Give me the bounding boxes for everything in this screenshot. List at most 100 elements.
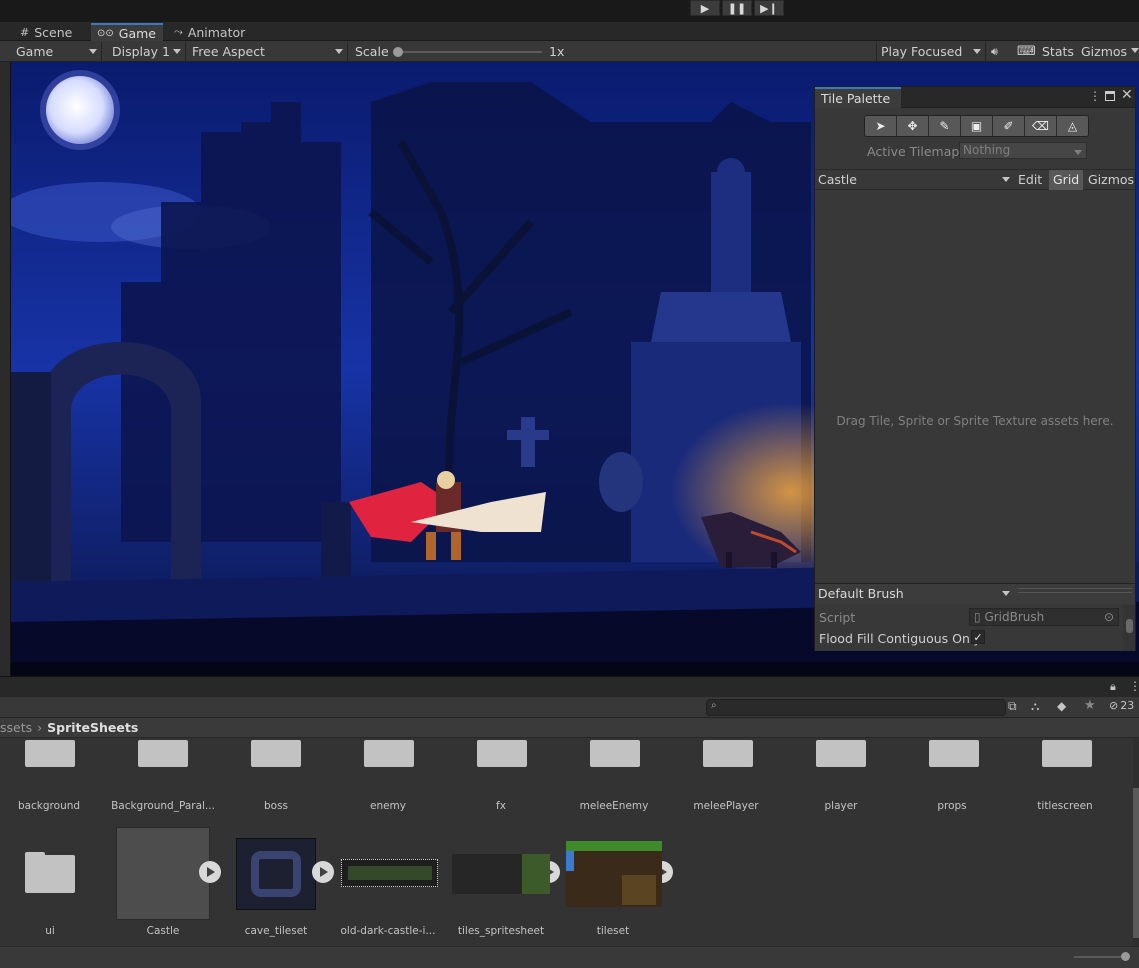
label-tag-icon[interactable]: ◆ [1057, 699, 1066, 713]
tab-label: Scene [34, 24, 73, 40]
speaker-icon[interactable]: 🔊︎ [991, 42, 998, 61]
dropdown-value: Display 1 [112, 44, 171, 59]
close-icon[interactable]: ✕ [1121, 87, 1133, 103]
more-vertical-icon[interactable]: ⋮ [1129, 679, 1139, 693]
breadcrumb-parent[interactable]: ssets [0, 720, 32, 735]
search-options-icon[interactable]: ⧉ [1008, 699, 1017, 714]
chevron-down-icon [1002, 177, 1010, 182]
folder-icon [251, 737, 301, 767]
left-panel-edge [0, 62, 11, 676]
folder-icon [816, 737, 866, 767]
folder-icon [477, 737, 527, 767]
script-field: ▯ GridBrush ⊙ [969, 608, 1119, 626]
object-picker-icon[interactable]: ⊙ [1104, 610, 1114, 624]
chevron-down-icon [89, 49, 97, 54]
step-button[interactable]: ▶❙ [754, 0, 784, 16]
display-dropdown[interactable]: Display 1 [108, 42, 186, 61]
breadcrumb: ssets › SpriteSheets [0, 718, 1139, 738]
picker-icon[interactable]: ✐ [993, 116, 1025, 136]
search-input[interactable]: ⌕ [706, 699, 1006, 716]
palette-drop-area[interactable]: Drag Tile, Sprite or Sprite Texture asse… [815, 190, 1135, 583]
tab-scene[interactable]: # Scene [14, 23, 80, 41]
expand-play-icon[interactable] [199, 861, 221, 883]
tab-label: Game [118, 25, 156, 41]
splitter-handle[interactable] [1018, 588, 1132, 593]
play-button[interactable]: ▶ [690, 0, 720, 16]
eraser-icon[interactable]: ⌫ [1025, 116, 1057, 136]
asset-label: tileset [596, 925, 630, 937]
folder-icon [25, 852, 75, 894]
thumbnail-art [522, 854, 550, 894]
pause-button[interactable]: ❚❚ [722, 0, 752, 16]
asset-grid-scrollbar[interactable] [1133, 738, 1139, 946]
view-mode-dropdown[interactable]: Game [12, 42, 102, 61]
paint-brush-icon[interactable]: ✎ [929, 116, 961, 136]
active-tilemap-dropdown[interactable]: Nothing [959, 142, 1087, 159]
hidden-count: 23 [1120, 699, 1135, 712]
scale-label: Scale [355, 44, 389, 59]
dropdown-value: Castle [818, 172, 857, 187]
asset-label: enemy [369, 800, 407, 812]
thumbnail-art [348, 866, 432, 880]
asset-label: props [937, 800, 967, 812]
brush-inspector: Script ▯ GridBrush ⊙ Flood Fill Contiguo… [815, 605, 1135, 651]
gizmos-toggle[interactable]: Gizmos [1088, 172, 1134, 187]
scale-slider-handle[interactable] [393, 47, 403, 57]
inspector-scrollbar[interactable] [1123, 605, 1135, 651]
play-toolbar: ▶ ❚❚ ▶❙ [0, 0, 1139, 22]
maximize-icon[interactable] [1105, 91, 1115, 101]
brush-dropdown[interactable]: Default Brush [818, 586, 1014, 603]
tab-game[interactable]: ⊙⊙ Game [91, 23, 163, 41]
lock-icon[interactable]: 🔒︎ [1110, 680, 1116, 694]
move-icon[interactable]: ✥ [897, 116, 929, 136]
script-value: GridBrush [984, 610, 1045, 624]
filter-type-icon[interactable]: ⛬ [1031, 699, 1039, 714]
hidden-packages-toggle[interactable]: ⊘ 23 [1109, 699, 1134, 712]
asset-label: Castle [146, 925, 180, 937]
scrollbar-thumb[interactable] [1133, 788, 1139, 938]
scrollbar-thumb[interactable] [1126, 619, 1133, 633]
flood-fill-label: Flood Fill Contiguous Only [819, 631, 981, 646]
chevron-down-icon [1002, 591, 1010, 596]
chevron-right-icon: › [37, 720, 43, 735]
fill-bucket-icon[interactable]: ◬ [1057, 116, 1088, 136]
expand-play-icon[interactable] [312, 861, 334, 883]
asset-label: cave_tileset [244, 925, 308, 937]
chevron-down-icon[interactable] [1131, 48, 1139, 53]
chevron-down-icon [335, 49, 343, 54]
keyboard-icon[interactable]: ⌨︎ [1017, 42, 1036, 61]
palette-title[interactable]: Tile Palette [815, 87, 901, 108]
asset-grid: background Background_Paral... boss enem… [0, 738, 1139, 946]
sprite-thumbnail [452, 854, 550, 894]
box-fill-icon[interactable]: ▣ [961, 116, 993, 136]
folder-icon [1042, 737, 1092, 767]
aspect-dropdown[interactable]: Free Aspect [188, 42, 348, 61]
asset-label: player [824, 800, 858, 812]
palette-tool-group: ➤ ✥ ✎ ▣ ✐ ⌫ ◬ [864, 115, 1089, 137]
scale-slider-track[interactable] [396, 51, 542, 53]
edit-button[interactable]: Edit [1018, 172, 1042, 187]
icon-size-slider-track[interactable] [1074, 956, 1126, 958]
project-status-bar [0, 946, 1139, 968]
chevron-down-icon [973, 49, 981, 54]
grid-toggle[interactable]: Grid [1049, 170, 1083, 190]
search-icon: ⌕ [711, 700, 717, 711]
play-mode-dropdown[interactable]: Play Focused [876, 42, 986, 61]
palette-dropdown[interactable]: Castle [818, 172, 1014, 188]
dropdown-value: Nothing [963, 143, 1011, 157]
flood-fill-checkbox[interactable]: ✓ [971, 630, 985, 644]
favorite-star-icon[interactable]: ★ [1084, 698, 1096, 713]
sprite-thumbnail [566, 841, 662, 907]
gizmos-button[interactable]: Gizmos [1081, 42, 1127, 61]
palette-thumbnail [116, 827, 210, 920]
breadcrumb-current[interactable]: SpriteSheets [47, 720, 138, 735]
more-vertical-icon[interactable]: ⋮ [1089, 89, 1101, 103]
asset-label: old-dark-castle-i... [340, 925, 436, 937]
select-icon[interactable]: ➤ [865, 116, 897, 136]
icon-size-slider-handle[interactable] [1121, 952, 1130, 961]
thumbnail-art [622, 875, 656, 905]
tab-animator[interactable]: ⤳ Animator [168, 23, 253, 41]
asset-label: tiles_spritesheet [457, 925, 545, 937]
stats-button[interactable]: Stats [1042, 42, 1074, 61]
dropdown-value: Game [16, 44, 54, 59]
